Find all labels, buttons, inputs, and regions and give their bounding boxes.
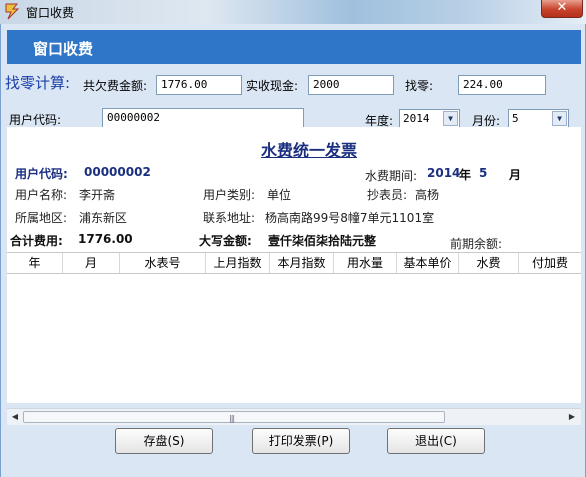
header-band: 窗口收费 xyxy=(7,30,581,64)
header-title: 窗口收费 xyxy=(33,40,94,58)
uppercase-amount-value: 壹仟柒佰柒拾陆元整 xyxy=(268,234,377,248)
chevron-down-icon[interactable]: ▼ xyxy=(443,111,458,126)
month-select[interactable]: 5 ▼ xyxy=(508,109,569,128)
col-surcharge[interactable]: 付加费 xyxy=(519,253,581,273)
close-button[interactable]: ✕ xyxy=(541,0,583,18)
user-code-label: 用户代码: xyxy=(9,113,62,127)
col-month[interactable]: 月 xyxy=(63,253,120,273)
col-water-fee[interactable]: 水费 xyxy=(459,253,519,273)
invoice-panel: 水费统一发票 用户代码: 00000002 水费期间: 2014 年 5 月 用… xyxy=(7,127,581,425)
invoice-user-code-label: 用户代码: xyxy=(15,167,68,181)
exit-button[interactable]: 退出(C) xyxy=(387,428,485,454)
cash-field[interactable]: 2000 xyxy=(308,75,394,95)
period-month-unit: 月 xyxy=(509,168,522,182)
meter-reader-value: 高杨 xyxy=(415,188,440,202)
col-unit-price[interactable]: 基本单价 xyxy=(397,253,459,273)
col-last-reading[interactable]: 上月指数 xyxy=(206,253,270,273)
user-type-value: 单位 xyxy=(267,188,292,202)
horizontal-scrollbar[interactable]: ◀ ||| ▶ xyxy=(7,408,581,425)
total-due-field[interactable]: 1776.00 xyxy=(156,75,242,95)
period-month: 5 xyxy=(479,166,488,180)
chevron-down-icon[interactable]: ▼ xyxy=(552,111,567,126)
save-button[interactable]: 存盘(S) xyxy=(115,428,213,454)
scroll-right-icon[interactable]: ▶ xyxy=(565,410,579,424)
user-type-label: 用户类别: xyxy=(203,188,256,202)
user-name-value: 李开斋 xyxy=(79,188,116,202)
scroll-left-icon[interactable]: ◀ xyxy=(8,410,22,424)
window-body: 窗口收费 找零计算: 共欠费金额: 1776.00 实收现金: 2000 找零:… xyxy=(0,24,586,477)
total-label: 合计费用: xyxy=(10,234,63,248)
col-this-reading[interactable]: 本月指数 xyxy=(270,253,334,273)
detail-grid-header: 年 月 水表号 上月指数 本月指数 用水量 基本单价 水费 付加费 xyxy=(7,252,581,274)
change-label: 找零: xyxy=(405,79,434,93)
uppercase-amount-label: 大写金额: xyxy=(199,234,252,248)
invoice-user-code-value: 00000002 xyxy=(84,165,151,179)
user-code-input[interactable]: 00000002 xyxy=(102,108,304,128)
meter-reader-label: 抄表员: xyxy=(367,188,408,202)
period-year-unit: 年 xyxy=(459,168,472,182)
year-value: 2014 xyxy=(403,112,430,125)
year-select[interactable]: 2014 ▼ xyxy=(399,109,460,128)
user-name-label: 用户名称: xyxy=(15,188,68,202)
title-bar: 窗口收费 ✕ xyxy=(0,0,586,24)
change-calc-title: 找零计算: xyxy=(5,74,71,92)
change-field[interactable]: 224.00 xyxy=(458,75,546,95)
window-title: 窗口收费 xyxy=(26,6,75,20)
total-value: 1776.00 xyxy=(78,232,133,246)
region-value: 浦东新区 xyxy=(79,211,128,225)
print-invoice-button[interactable]: 打印发票(P) xyxy=(252,428,350,454)
app-icon xyxy=(5,3,20,20)
address-value: 杨高南路99号8幢7单元1101室 xyxy=(265,211,435,225)
col-water-usage[interactable]: 用水量 xyxy=(334,253,397,273)
col-meter-no[interactable]: 水表号 xyxy=(120,253,206,273)
address-label: 联系地址: xyxy=(203,211,256,225)
total-due-label: 共欠费金额: xyxy=(83,79,148,93)
period-label: 水费期间: xyxy=(365,169,418,183)
cash-label: 实收现金: xyxy=(246,79,299,93)
invoice-title: 水费统一发票 xyxy=(261,141,358,160)
prev-balance-label: 前期余额: xyxy=(450,237,503,251)
col-year[interactable]: 年 xyxy=(7,253,63,273)
period-year: 2014 xyxy=(427,166,461,180)
grip-icon: ||| xyxy=(229,414,235,423)
region-label: 所属地区: xyxy=(15,211,68,225)
month-value: 5 xyxy=(512,112,519,125)
scrollbar-thumb[interactable]: ||| xyxy=(23,411,445,423)
